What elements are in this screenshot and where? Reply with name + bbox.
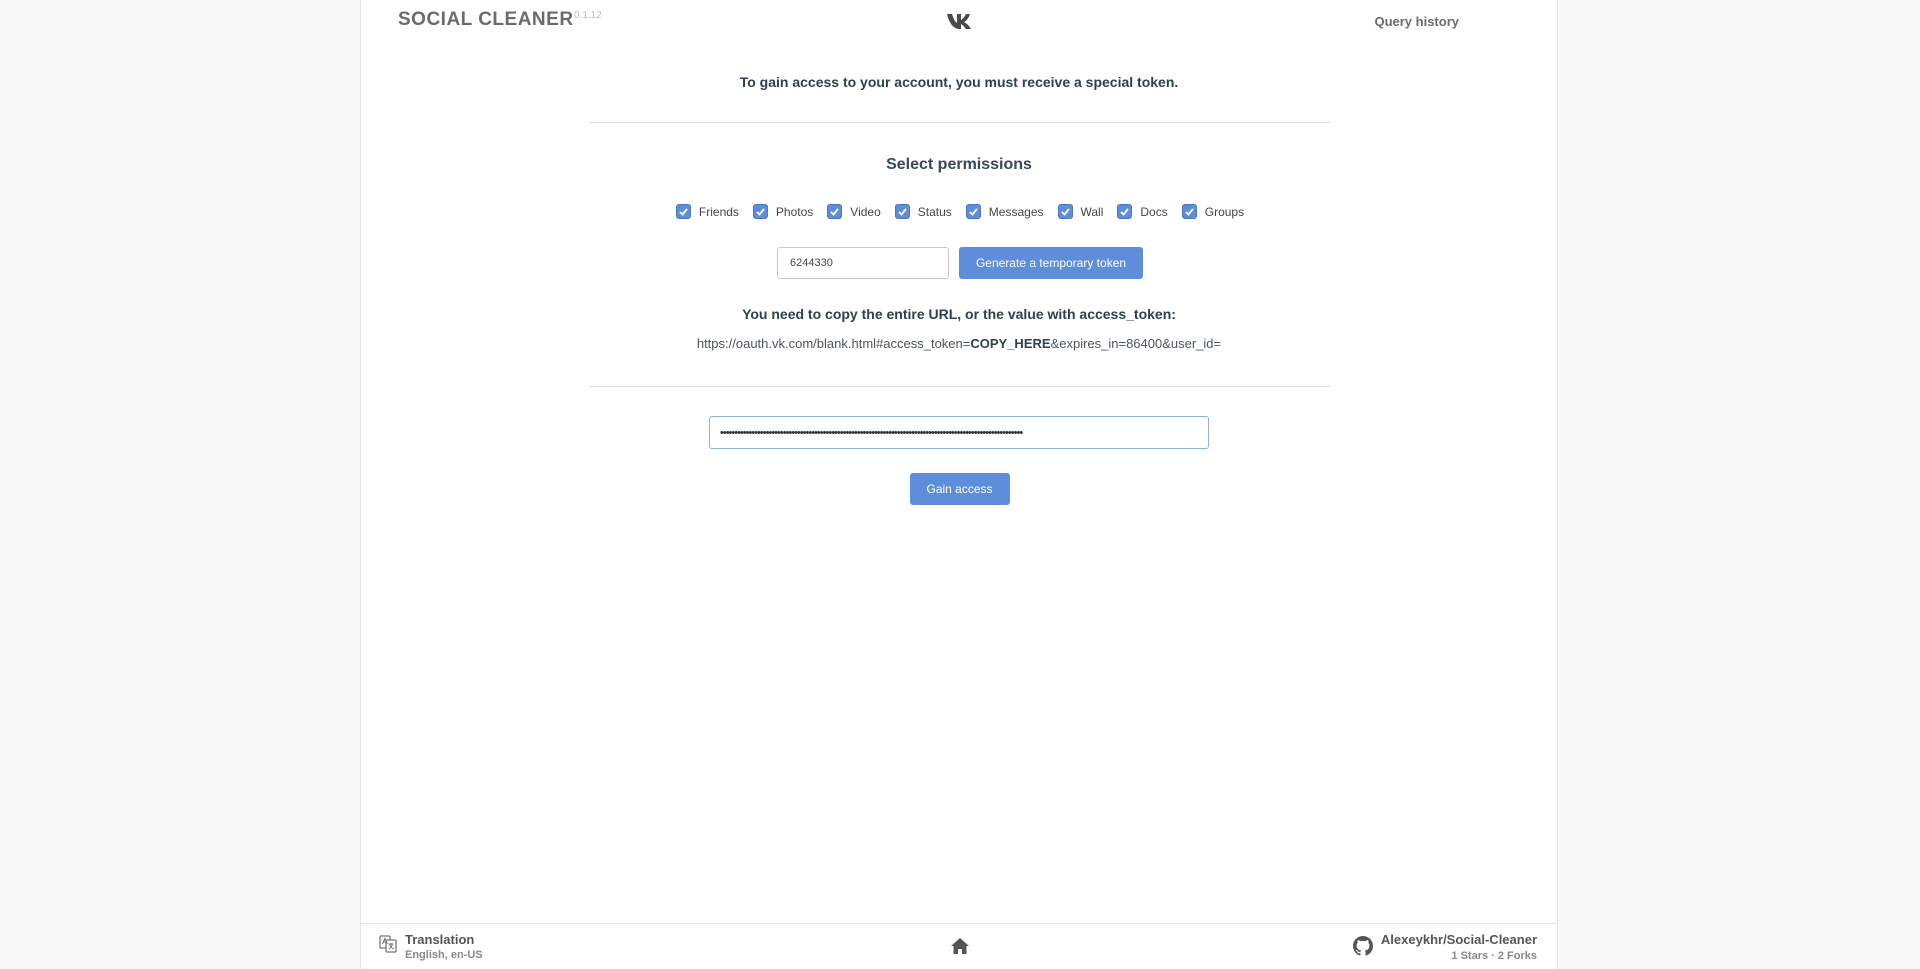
home-icon[interactable] (950, 937, 970, 955)
permission-photos[interactable]: Photos (752, 204, 814, 219)
permission-messages[interactable]: Messages (965, 204, 1044, 219)
checkbox-checked-icon[interactable] (894, 204, 910, 219)
checkbox-checked-icon[interactable] (827, 204, 843, 219)
url-highlight: COPY_HERE (970, 336, 1051, 351)
translation-language: English, en-US (405, 949, 483, 961)
permission-label: Docs (1140, 204, 1168, 219)
intro-text: To gain access to your account, you must… (739, 74, 1179, 90)
permissions-title: Select permissions (886, 156, 1032, 173)
checkbox-checked-icon[interactable] (752, 204, 768, 219)
github-repo-name: Alexeykhr/Social-Cleaner (1380, 932, 1537, 947)
permission-label: Groups (1204, 204, 1245, 219)
url-prefix: https://oauth.vk.com/blank.html#access_t… (696, 336, 971, 351)
permission-wall[interactable]: Wall (1057, 204, 1104, 219)
permission-status[interactable]: Status (894, 204, 952, 219)
token-generator-row: Generate a temporary token (361, 247, 1557, 279)
permission-label: Messages (988, 204, 1044, 219)
permission-friends[interactable]: Friends (675, 204, 739, 219)
vk-icon (947, 14, 971, 29)
permissions-list: Friends Photos Video Status Messages Wal… (361, 204, 1557, 219)
github-link[interactable]: Alexeykhr/Social-Cleaner 1 Stars · 2 For… (1352, 932, 1537, 962)
generate-token-button[interactable]: Generate a temporary token (959, 247, 1143, 279)
github-stats: 1 Stars · 2 Forks (1451, 950, 1537, 962)
translation-title: Translation (405, 932, 475, 947)
app-id-input[interactable] (777, 247, 949, 279)
page-container: SOCIAL CLEANER 0.1.12 Query history To g… (360, 0, 1558, 969)
permission-label: Photos (775, 204, 814, 219)
checkbox-checked-icon[interactable] (1181, 204, 1197, 219)
permission-label: Wall (1080, 204, 1104, 219)
footer: Translation English, en-US Alexeykhr/Soc… (361, 923, 1557, 969)
permission-docs[interactable]: Docs (1117, 204, 1168, 219)
divider (589, 122, 1330, 123)
access-token-input[interactable] (709, 416, 1209, 449)
permission-label: Status (917, 204, 952, 219)
url-suffix: &expires_in=86400&user_id= (1050, 336, 1222, 351)
oauth-url-example: https://oauth.vk.com/blank.html#access_t… (361, 336, 1557, 351)
checkbox-checked-icon[interactable] (1057, 204, 1073, 219)
token-input-wrap (361, 416, 1557, 449)
permission-label: Friends (698, 204, 739, 219)
checkbox-checked-icon[interactable] (965, 204, 981, 219)
divider (589, 386, 1330, 387)
checkbox-checked-icon[interactable] (1117, 204, 1133, 219)
app-version: 0.1.12 (574, 10, 602, 21)
github-icon (1352, 936, 1373, 956)
checkbox-checked-icon[interactable] (675, 204, 691, 219)
translate-icon (379, 935, 397, 953)
query-history-link[interactable]: Query history (1374, 14, 1459, 29)
app-logo[interactable]: SOCIAL CLEANER (398, 9, 574, 31)
permission-video[interactable]: Video (827, 204, 881, 219)
translation-switcher[interactable]: Translation English, en-US (379, 932, 483, 961)
permission-groups[interactable]: Groups (1181, 204, 1245, 219)
permission-label: Video (850, 204, 881, 219)
copy-hint: You need to copy the entire URL, or the … (742, 306, 1176, 322)
gain-access-button[interactable]: Gain access (909, 473, 1010, 505)
header: SOCIAL CLEANER 0.1.12 Query history (361, 0, 1557, 44)
gain-access-wrap: Gain access (361, 473, 1557, 505)
